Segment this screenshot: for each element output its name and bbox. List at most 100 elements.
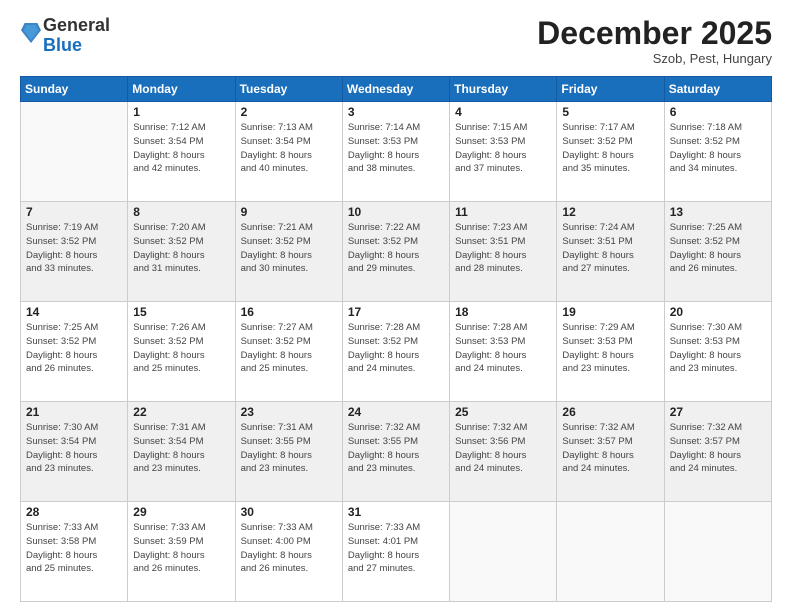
day-info: Sunrise: 7:14 AMSunset: 3:53 PMDaylight:… bbox=[348, 121, 444, 176]
day-info: Sunrise: 7:18 AMSunset: 3:52 PMDaylight:… bbox=[670, 121, 766, 176]
day-number: 12 bbox=[562, 205, 658, 219]
day-number: 3 bbox=[348, 105, 444, 119]
day-number: 26 bbox=[562, 405, 658, 419]
calendar-cell: 20 Sunrise: 7:30 AMSunset: 3:53 PMDayligh… bbox=[664, 302, 771, 402]
calendar-cell: 28Sunrise: 7:33 AMSunset: 3:58 PMDayligh… bbox=[21, 502, 128, 602]
calendar-header-wednesday: Wednesday bbox=[342, 77, 449, 102]
day-number: 1 bbox=[133, 105, 229, 119]
day-info: Sunrise: 7:30 AMSunset: 3:54 PMDaylight:… bbox=[26, 421, 122, 476]
calendar-cell: 24 Sunrise: 7:32 AMSunset: 3:55 PMDayligh… bbox=[342, 402, 449, 502]
calendar-cell: 10Sunrise: 7:22 AMSunset: 3:52 PMDayligh… bbox=[342, 202, 449, 302]
calendar-header-thursday: Thursday bbox=[450, 77, 557, 102]
calendar-cell: 1Sunrise: 7:12 AMSunset: 3:54 PMDaylight… bbox=[128, 102, 235, 202]
day-number: 20 bbox=[670, 305, 766, 319]
month-title: December 2025 bbox=[537, 16, 772, 51]
location-subtitle: Szob, Pest, Hungary bbox=[537, 51, 772, 66]
calendar-cell: 12 Sunrise: 7:24 AMSunset: 3:51 PMDayligh… bbox=[557, 202, 664, 302]
calendar-cell bbox=[450, 502, 557, 602]
day-info: Sunrise: 7:32 AMSunset: 3:57 PMDaylight:… bbox=[562, 421, 658, 476]
day-info: Sunrise: 7:30 AMSunset: 3:53 PMDaylight:… bbox=[670, 321, 766, 376]
day-number: 31 bbox=[348, 505, 444, 519]
day-info: Sunrise: 7:32 AMSunset: 3:55 PMDaylight:… bbox=[348, 421, 444, 476]
day-number: 15 bbox=[133, 305, 229, 319]
calendar-cell: 4 Sunrise: 7:15 AMSunset: 3:53 PMDaylight… bbox=[450, 102, 557, 202]
day-number: 13 bbox=[670, 205, 766, 219]
day-number: 23 bbox=[241, 405, 337, 419]
calendar-cell: 21 Sunrise: 7:30 AMSunset: 3:54 PMDayligh… bbox=[21, 402, 128, 502]
day-info: Sunrise: 7:23 AMSunset: 3:51 PMDaylight:… bbox=[455, 221, 551, 276]
day-number: 27 bbox=[670, 405, 766, 419]
day-info: Sunrise: 7:33 AMSunset: 4:00 PMDaylight:… bbox=[241, 521, 337, 576]
calendar-cell: 30 Sunrise: 7:33 AMSunset: 4:00 PMDayligh… bbox=[235, 502, 342, 602]
day-number: 8 bbox=[133, 205, 229, 219]
day-info: Sunrise: 7:27 AMSunset: 3:52 PMDaylight:… bbox=[241, 321, 337, 376]
day-number: 17 bbox=[348, 305, 444, 319]
day-number: 25 bbox=[455, 405, 551, 419]
day-info: Sunrise: 7:28 AMSunset: 3:53 PMDaylight:… bbox=[455, 321, 551, 376]
calendar-cell: 19Sunrise: 7:29 AMSunset: 3:53 PMDayligh… bbox=[557, 302, 664, 402]
day-number: 21 bbox=[26, 405, 122, 419]
calendar-cell: 5Sunrise: 7:17 AMSunset: 3:52 PMDaylight… bbox=[557, 102, 664, 202]
calendar-header-monday: Monday bbox=[128, 77, 235, 102]
day-info: Sunrise: 7:32 AMSunset: 3:57 PMDaylight:… bbox=[670, 421, 766, 476]
calendar-cell: 31 Sunrise: 7:33 AMSunset: 4:01 PMDayligh… bbox=[342, 502, 449, 602]
calendar-cell: 23 Sunrise: 7:31 AMSunset: 3:55 PMDayligh… bbox=[235, 402, 342, 502]
calendar-cell: 18 Sunrise: 7:28 AMSunset: 3:53 PMDayligh… bbox=[450, 302, 557, 402]
day-number: 4 bbox=[455, 105, 551, 119]
calendar-week-row: 14Sunrise: 7:25 AMSunset: 3:52 PMDayligh… bbox=[21, 302, 772, 402]
calendar-cell: 13Sunrise: 7:25 AMSunset: 3:52 PMDayligh… bbox=[664, 202, 771, 302]
calendar-cell: 11 Sunrise: 7:23 AMSunset: 3:51 PMDayligh… bbox=[450, 202, 557, 302]
day-info: Sunrise: 7:28 AMSunset: 3:52 PMDaylight:… bbox=[348, 321, 444, 376]
calendar-table: SundayMondayTuesdayWednesdayThursdayFrid… bbox=[20, 76, 772, 602]
header: General Blue December 2025 Szob, Pest, H… bbox=[20, 16, 772, 66]
day-number: 24 bbox=[348, 405, 444, 419]
calendar-cell: 16 Sunrise: 7:27 AMSunset: 3:52 PMDayligh… bbox=[235, 302, 342, 402]
day-info: Sunrise: 7:13 AMSunset: 3:54 PMDaylight:… bbox=[241, 121, 337, 176]
page: General Blue December 2025 Szob, Pest, H… bbox=[0, 0, 792, 612]
day-info: Sunrise: 7:33 AMSunset: 3:59 PMDaylight:… bbox=[133, 521, 229, 576]
day-number: 14 bbox=[26, 305, 122, 319]
calendar-week-row: 28Sunrise: 7:33 AMSunset: 3:58 PMDayligh… bbox=[21, 502, 772, 602]
day-info: Sunrise: 7:22 AMSunset: 3:52 PMDaylight:… bbox=[348, 221, 444, 276]
day-info: Sunrise: 7:19 AMSunset: 3:52 PMDaylight:… bbox=[26, 221, 122, 276]
day-info: Sunrise: 7:32 AMSunset: 3:56 PMDaylight:… bbox=[455, 421, 551, 476]
day-number: 16 bbox=[241, 305, 337, 319]
calendar-cell bbox=[21, 102, 128, 202]
calendar-week-row: 21 Sunrise: 7:30 AMSunset: 3:54 PMDayligh… bbox=[21, 402, 772, 502]
calendar-header-row: SundayMondayTuesdayWednesdayThursdayFrid… bbox=[21, 77, 772, 102]
day-info: Sunrise: 7:24 AMSunset: 3:51 PMDaylight:… bbox=[562, 221, 658, 276]
calendar-week-row: 7 Sunrise: 7:19 AMSunset: 3:52 PMDaylight… bbox=[21, 202, 772, 302]
calendar-week-row: 1Sunrise: 7:12 AMSunset: 3:54 PMDaylight… bbox=[21, 102, 772, 202]
day-info: Sunrise: 7:15 AMSunset: 3:53 PMDaylight:… bbox=[455, 121, 551, 176]
day-number: 6 bbox=[670, 105, 766, 119]
day-info: Sunrise: 7:20 AMSunset: 3:52 PMDaylight:… bbox=[133, 221, 229, 276]
calendar-cell: 17 Sunrise: 7:28 AMSunset: 3:52 PMDayligh… bbox=[342, 302, 449, 402]
day-info: Sunrise: 7:31 AMSunset: 3:55 PMDaylight:… bbox=[241, 421, 337, 476]
day-number: 30 bbox=[241, 505, 337, 519]
day-number: 9 bbox=[241, 205, 337, 219]
calendar-cell: 8 Sunrise: 7:20 AMSunset: 3:52 PMDaylight… bbox=[128, 202, 235, 302]
day-info: Sunrise: 7:33 AMSunset: 3:58 PMDaylight:… bbox=[26, 521, 122, 576]
day-number: 11 bbox=[455, 205, 551, 219]
calendar-cell: 15Sunrise: 7:26 AMSunset: 3:52 PMDayligh… bbox=[128, 302, 235, 402]
calendar-header-sunday: Sunday bbox=[21, 77, 128, 102]
day-number: 7 bbox=[26, 205, 122, 219]
day-number: 2 bbox=[241, 105, 337, 119]
calendar-cell: 26 Sunrise: 7:32 AMSunset: 3:57 PMDayligh… bbox=[557, 402, 664, 502]
calendar-cell: 9 Sunrise: 7:21 AMSunset: 3:52 PMDaylight… bbox=[235, 202, 342, 302]
calendar-header-tuesday: Tuesday bbox=[235, 77, 342, 102]
day-info: Sunrise: 7:29 AMSunset: 3:53 PMDaylight:… bbox=[562, 321, 658, 376]
calendar-cell: 14Sunrise: 7:25 AMSunset: 3:52 PMDayligh… bbox=[21, 302, 128, 402]
day-info: Sunrise: 7:17 AMSunset: 3:52 PMDaylight:… bbox=[562, 121, 658, 176]
day-info: Sunrise: 7:31 AMSunset: 3:54 PMDaylight:… bbox=[133, 421, 229, 476]
calendar-header-saturday: Saturday bbox=[664, 77, 771, 102]
calendar-cell: 29Sunrise: 7:33 AMSunset: 3:59 PMDayligh… bbox=[128, 502, 235, 602]
calendar-cell: 22 Sunrise: 7:31 AMSunset: 3:54 PMDayligh… bbox=[128, 402, 235, 502]
calendar-cell: 2 Sunrise: 7:13 AMSunset: 3:54 PMDaylight… bbox=[235, 102, 342, 202]
day-number: 18 bbox=[455, 305, 551, 319]
day-number: 22 bbox=[133, 405, 229, 419]
day-info: Sunrise: 7:33 AMSunset: 4:01 PMDaylight:… bbox=[348, 521, 444, 576]
calendar-cell: 25 Sunrise: 7:32 AMSunset: 3:56 PMDayligh… bbox=[450, 402, 557, 502]
day-info: Sunrise: 7:21 AMSunset: 3:52 PMDaylight:… bbox=[241, 221, 337, 276]
calendar-cell bbox=[557, 502, 664, 602]
